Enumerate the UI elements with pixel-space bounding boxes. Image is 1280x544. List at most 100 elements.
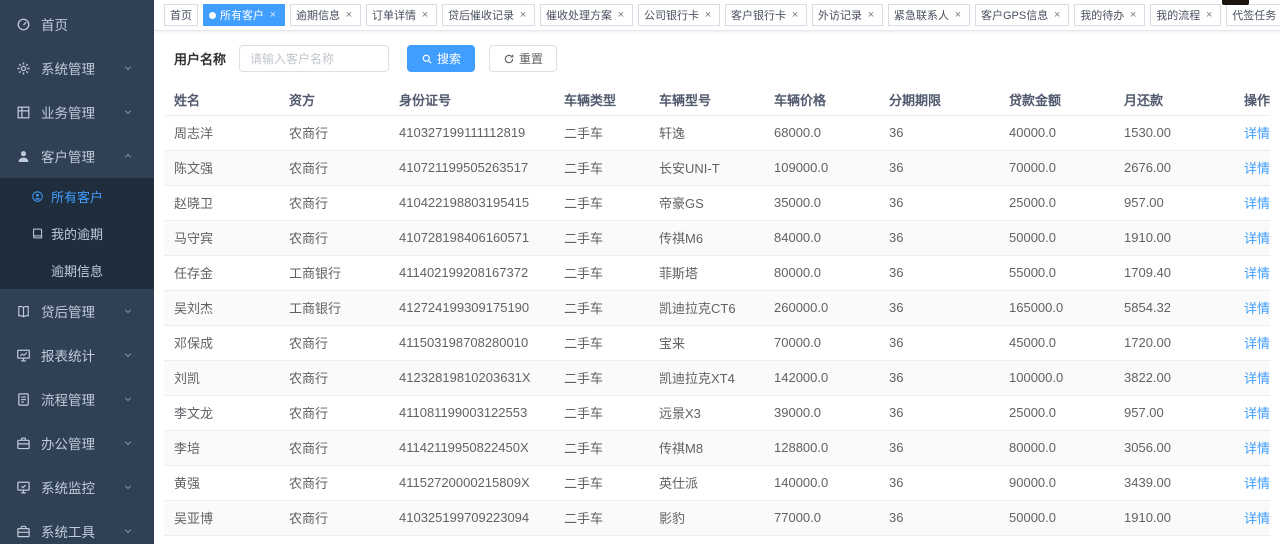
tab-11[interactable]: 我的待办× [1074, 4, 1145, 26]
detail-link[interactable]: 详情 [1244, 406, 1270, 421]
tab-1[interactable]: 所有客户× [203, 4, 285, 26]
sidebar-item-2[interactable]: 业务管理 [0, 90, 154, 134]
cell-vehicle_price: 80000.0 [764, 255, 879, 290]
sidebar-item-9[interactable]: 系统工具 [0, 509, 154, 544]
sidebar-item-1[interactable]: 系统管理 [0, 46, 154, 90]
tab-label: 催收处理方案 [546, 7, 612, 23]
cell-action: 详情 [1234, 325, 1270, 360]
tab-close-icon[interactable]: × [702, 9, 714, 21]
detail-link[interactable]: 详情 [1244, 371, 1270, 386]
column-header-id_number: 身份证号 [389, 85, 554, 115]
tab-label: 我的流程 [1156, 7, 1200, 23]
detail-link[interactable]: 详情 [1244, 266, 1270, 281]
table-row: 陈文强农商行410721199505263517二手车长安UNI-T109000… [164, 150, 1270, 185]
cell-partial [1114, 535, 1234, 544]
tab-5[interactable]: 催收处理方案× [540, 4, 633, 26]
table-header-row: 姓名资方身份证号车辆类型车辆型号车辆价格分期期限贷款金额月还款操作 [164, 85, 1270, 115]
tab-9[interactable]: 紧急联系人× [888, 4, 970, 26]
sidebar-item-0[interactable]: 首页 [0, 2, 154, 46]
tab-close-icon[interactable]: × [419, 9, 431, 21]
cell-term: 36 [879, 220, 999, 255]
tab-10[interactable]: 客户GPS信息× [975, 4, 1069, 26]
tab-close-icon[interactable]: × [789, 9, 801, 21]
sidebar-item-4[interactable]: 贷后管理 [0, 289, 154, 333]
tab-0[interactable]: 首页 [164, 4, 198, 26]
cell-id_number: 410422198803195415 [389, 185, 554, 220]
sidebar: 首页系统管理业务管理客户管理所有客户我的逾期逾期信息贷后管理报表统计流程管理办公… [0, 0, 154, 544]
cell-vehicle_price: 140000.0 [764, 465, 879, 500]
chevron-down-icon [122, 481, 134, 493]
detail-link[interactable]: 详情 [1244, 336, 1270, 351]
cell-loan_amount: 25000.0 [999, 395, 1114, 430]
detail-link[interactable]: 详情 [1244, 231, 1270, 246]
cell-name: 吴亚博 [164, 500, 279, 535]
cell-funder: 工商银行 [279, 290, 389, 325]
cell-id_number: 411402199208167372 [389, 255, 554, 290]
sidebar-item-5[interactable]: 报表统计 [0, 333, 154, 377]
tab-close-icon[interactable]: × [1051, 9, 1063, 21]
sidebar-item-label: 客户管理 [41, 146, 122, 166]
sidebar-item-6[interactable]: 流程管理 [0, 377, 154, 421]
detail-link[interactable]: 详情 [1244, 476, 1270, 491]
cell-id_number: 412724199309175190 [389, 290, 554, 325]
search-button[interactable]: 搜索 [407, 45, 475, 72]
tab-7[interactable]: 客户银行卡× [725, 4, 807, 26]
detail-link[interactable]: 详情 [1244, 126, 1270, 141]
chevron-down-icon [122, 437, 134, 449]
customers-table: 姓名资方身份证号车辆类型车辆型号车辆价格分期期限贷款金额月还款操作 周志洋农商行… [164, 85, 1270, 544]
column-header-monthly_payment: 月还款 [1114, 85, 1234, 115]
search-icon [421, 53, 433, 65]
cell-action: 详情 [1234, 360, 1270, 395]
sidebar-item-8[interactable]: 系统监控 [0, 465, 154, 509]
sidebar-item-7[interactable]: 办公管理 [0, 421, 154, 465]
reset-button[interactable]: 重置 [489, 45, 557, 72]
detail-link[interactable]: 详情 [1244, 301, 1270, 316]
detail-link[interactable]: 详情 [1244, 511, 1270, 526]
cell-term: 36 [879, 255, 999, 290]
tab-close-icon[interactable]: × [615, 9, 627, 21]
avatar[interactable] [1222, 0, 1249, 5]
tab-12[interactable]: 我的流程× [1150, 4, 1221, 26]
cell-vehicle_price: 77000.0 [764, 500, 879, 535]
tool-icon [16, 524, 31, 539]
tab-6[interactable]: 公司银行卡× [638, 4, 720, 26]
table-row: 赵晓卫农商行410422198803195415二手车帝豪GS35000.036… [164, 185, 1270, 220]
tab-close-icon[interactable]: × [343, 9, 355, 21]
sidebar-subitem-2[interactable]: 逾期信息 [0, 252, 154, 289]
tab-label: 代签任务 [1232, 7, 1276, 23]
tab-close-icon[interactable]: × [865, 9, 877, 21]
tab-close-icon[interactable]: × [952, 9, 964, 21]
tab-close-icon[interactable]: × [1203, 9, 1215, 21]
cell-loan_amount: 50000.0 [999, 500, 1114, 535]
sidebar-subitem-label: 所有客户 [51, 187, 103, 206]
content-panel: 用户名称 搜索 重置 姓名资方身份证号车辆类型车辆型号车辆价格分期期限贷款金额月… [154, 31, 1280, 544]
tab-4[interactable]: 贷后催收记录× [442, 4, 535, 26]
cell-term: 36 [879, 115, 999, 150]
detail-link[interactable]: 详情 [1244, 441, 1270, 456]
search-input[interactable] [239, 45, 389, 72]
cell-id_number: 41142119950822450X [389, 430, 554, 465]
cell-partial [389, 535, 554, 544]
tab-label: 公司银行卡 [644, 7, 699, 23]
tab-3[interactable]: 订单详情× [366, 4, 437, 26]
refresh-icon [503, 53, 515, 65]
tab-close-icon[interactable]: × [517, 9, 529, 21]
cell-partial [879, 535, 999, 544]
tab-13[interactable]: 代签任务× [1226, 4, 1280, 26]
cell-partial [764, 535, 879, 544]
cell-vehicle_type: 二手车 [554, 500, 649, 535]
tab-2[interactable]: 逾期信息× [290, 4, 361, 26]
tab-label: 外访记录 [818, 7, 862, 23]
tab-8[interactable]: 外访记录× [812, 4, 883, 26]
sidebar-item-3[interactable]: 客户管理 [0, 134, 154, 178]
sidebar-subitem-0[interactable]: 所有客户 [0, 178, 154, 215]
tab-close-icon[interactable]: × [267, 9, 279, 21]
cell-action: 详情 [1234, 115, 1270, 150]
cell-monthly_payment: 1530.00 [1114, 115, 1234, 150]
cell-funder: 农商行 [279, 430, 389, 465]
cell-id_number: 41152720000215809X [389, 465, 554, 500]
sidebar-subitem-1[interactable]: 我的逾期 [0, 215, 154, 252]
detail-link[interactable]: 详情 [1244, 196, 1270, 211]
detail-link[interactable]: 详情 [1244, 161, 1270, 176]
tab-close-icon[interactable]: × [1127, 9, 1139, 21]
